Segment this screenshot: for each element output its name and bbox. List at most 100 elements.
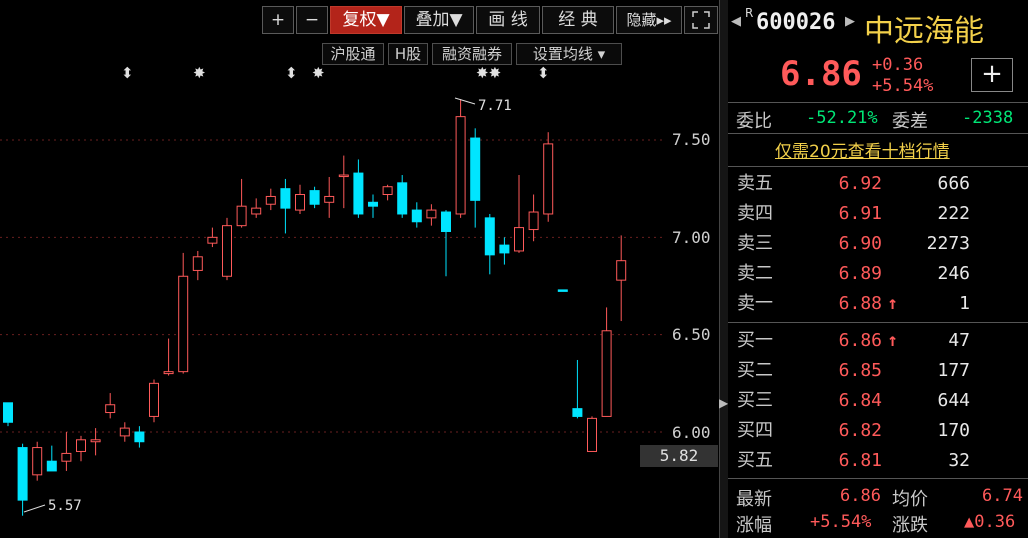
candle-body [280,188,291,209]
candle [353,159,364,218]
orderbook-volume: 170 [937,420,970,441]
orderbook-level-label: 卖一 [737,293,773,314]
orderbook-price: 6.86 [838,330,882,351]
candle [368,194,378,218]
low-label: 5.57 [48,498,82,514]
candle-body [601,330,612,417]
candle-body [572,408,583,417]
candle-body [46,460,57,472]
candle [105,393,116,419]
candle-body [528,211,539,231]
latest-label: 最新 [736,489,772,510]
candle-body [543,143,554,215]
candle-body [222,225,232,277]
candle [61,432,72,471]
orderbook-row-sell[interactable]: 卖四 6.91 222 [730,199,1028,229]
avg-label: 均价 [892,489,928,510]
candle-body [32,447,43,476]
y-axis-label: 6.50 [672,325,711,344]
candle-body [17,447,28,501]
orderbook-price: 6.85 [838,360,882,381]
candle-body [470,137,481,201]
candle [557,289,568,292]
candle [3,402,13,427]
orderbook-level-label: 买一 [737,330,773,351]
current-price-tag: 5.82 [640,445,718,467]
latest-value: 6.86 [840,486,881,506]
candle-body [76,439,86,452]
orderbook-row-buy[interactable]: 买五 6.81 32 [730,446,1028,476]
candle [119,422,130,442]
orderbook-row-buy[interactable]: 买一 6.86 ↑ 47 [730,326,1028,356]
expand-arrow-icon[interactable]: ▶ [719,396,728,410]
candle-body [426,209,437,219]
up-arrow-icon: ↑ [887,293,898,314]
orderbook-row-buy[interactable]: 买三 6.84 644 [730,386,1028,416]
orderbook-level-label: 买五 [737,450,773,471]
up-arrow-icon: ↑ [887,330,898,351]
candle [251,198,262,218]
orderbook-row-buy[interactable]: 买四 6.82 170 [730,416,1028,446]
orderbook-level-label: 卖四 [737,203,773,224]
candle-body [61,452,72,462]
candle [470,128,481,228]
candle-body [353,172,364,215]
orderbook-volume: 246 [937,263,970,284]
candle [46,445,57,472]
add-watchlist-button[interactable]: + [971,58,1013,92]
candle [411,202,422,228]
candle [601,307,612,417]
y-axis-label: 7.00 [672,228,711,247]
weicha-value: -2338 [962,108,1014,128]
candle-body [163,371,174,375]
orderbook-price: 6.92 [838,173,882,194]
orderbook-row-sell[interactable]: 卖三 6.90 2273 [730,229,1028,259]
divider [728,166,1028,167]
orderbook-volume: 1 [959,293,970,314]
divider [728,478,1028,479]
candle [207,227,218,248]
orderbook-row-sell[interactable]: 卖一 6.88 ↑ 1 [730,289,1028,319]
candle-body [309,190,320,205]
candle [236,178,247,228]
orderbook-volume: 2273 [926,233,970,254]
candle [397,175,408,218]
orderbook-price: 6.84 [838,390,882,411]
current-price: 6.86 [780,54,862,94]
panel-splitter[interactable] [719,0,728,538]
orderbook-price: 6.81 [838,450,882,471]
candle [543,132,554,222]
candle-body [207,236,218,244]
orderbook-volume: 47 [948,330,970,351]
candle-body [3,402,13,423]
candle [426,204,437,226]
orderbook-row-sell[interactable]: 卖二 6.89 246 [730,259,1028,289]
rzrq-mark: R [745,6,754,20]
y-axis-label: 6.00 [672,423,711,442]
kline-chart[interactable] [0,0,720,538]
candle-body [411,209,422,223]
weicha-label: 委差 [892,111,928,132]
prev-stock-icon[interactable]: ◀ [731,14,741,29]
orderbook-level-label: 买三 [737,390,773,411]
orderbook-row-sell[interactable]: 卖五 6.92 666 [730,169,1028,199]
candle [178,252,189,374]
candle [587,416,597,452]
next-stock-icon[interactable]: ▶ [845,14,855,29]
orderbook-price: 6.89 [838,263,882,284]
chg-label: 涨跌 [892,515,928,536]
divider [728,322,1028,323]
candle-body [251,207,262,215]
candle-body [192,256,203,271]
high-pointer [454,97,476,105]
candle-body [265,195,276,205]
candle [265,188,276,211]
candle [382,184,393,201]
candle [484,213,495,275]
level10-promo-link[interactable]: 仅需20元查看十档行情 [775,137,950,162]
orderbook-row-buy[interactable]: 买二 6.85 177 [730,356,1028,386]
orderbook-price: 6.91 [838,203,882,224]
candle [280,178,291,234]
candle [149,379,159,423]
orderbook-price: 6.88 [838,293,882,314]
